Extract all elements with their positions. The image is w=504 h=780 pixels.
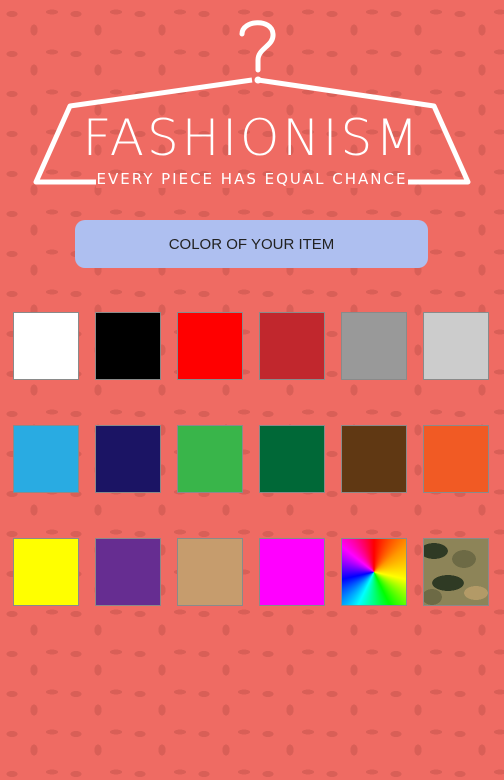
page-title-text: COLOR OF YOUR ITEM [168, 235, 335, 253]
color-swatch-orange[interactable] [423, 425, 489, 493]
brand-logo: FASHIONISM EVERY PIECE HAS EQUAL CHANCE [0, 0, 504, 200]
color-swatch-magenta[interactable] [259, 538, 325, 606]
color-swatch-tan[interactable] [177, 538, 243, 606]
color-swatch-green[interactable] [177, 425, 243, 493]
brand-name: FASHIONISM [82, 109, 422, 167]
brand-tagline: EVERY PIECE HAS EQUAL CHANCE [96, 170, 408, 188]
color-swatch-black[interactable] [95, 312, 161, 380]
color-swatch-camouflage[interactable] [423, 538, 489, 606]
color-swatch-white[interactable] [13, 312, 79, 380]
color-swatch-gray[interactable] [341, 312, 407, 380]
color-swatch-sky-blue[interactable] [13, 425, 79, 493]
page-title: COLOR OF YOUR ITEM [75, 220, 428, 268]
color-swatch-yellow[interactable] [13, 538, 79, 606]
color-swatch-navy[interactable] [95, 425, 161, 493]
color-swatch-light-gray[interactable] [423, 312, 489, 380]
color-swatch-dark-green[interactable] [259, 425, 325, 493]
color-swatch-brown[interactable] [341, 425, 407, 493]
color-swatch-dark-red[interactable] [259, 312, 325, 380]
color-swatch-multicolor[interactable] [341, 538, 407, 606]
color-swatch-purple[interactable] [95, 538, 161, 606]
color-swatch-red[interactable] [177, 312, 243, 380]
